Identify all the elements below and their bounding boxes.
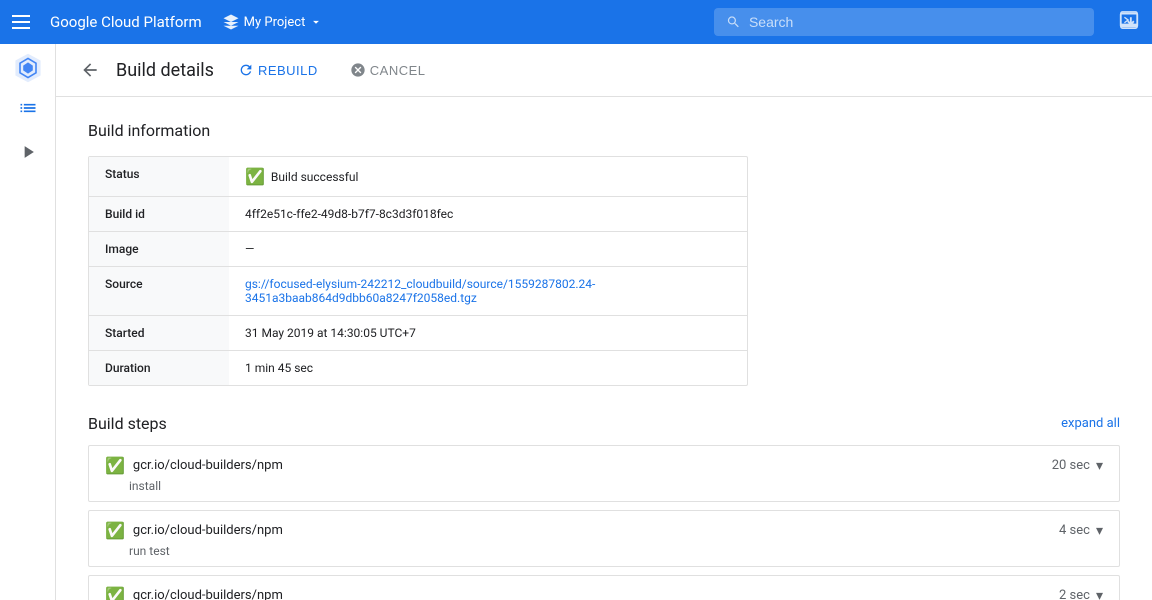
- step-2-chevron-icon: ▾: [1096, 523, 1103, 539]
- menu-icon[interactable]: [12, 15, 30, 29]
- step-3-chevron-icon: ▾: [1096, 588, 1103, 600]
- cancel-label: CANCEL: [370, 63, 426, 78]
- terminal-icon[interactable]: [1118, 9, 1140, 35]
- info-row-duration: Duration 1 min 45 sec: [89, 351, 747, 385]
- step-2-header[interactable]: ✅ gcr.io/cloud-builders/npm 4 sec ▾: [89, 511, 1119, 544]
- build-info-table: Status ✅ Build successful Build id 4ff2e…: [88, 156, 748, 386]
- label-duration: Duration: [89, 351, 229, 385]
- sidebar: [0, 44, 56, 600]
- label-started: Started: [89, 316, 229, 350]
- step-3-time: 2 sec: [1059, 588, 1090, 600]
- app-title: Google Cloud Platform: [50, 13, 202, 31]
- sidebar-item-list[interactable]: [8, 88, 48, 128]
- label-build-id: Build id: [89, 197, 229, 231]
- cancel-icon: [350, 62, 366, 78]
- project-icon: [222, 13, 240, 31]
- chevron-down-icon: [309, 15, 323, 29]
- rebuild-icon: [238, 62, 254, 78]
- search-bar[interactable]: [714, 8, 1094, 36]
- value-source[interactable]: gs://focused-elysium-242212_cloudbuild/s…: [229, 267, 747, 315]
- app-logo: [12, 52, 44, 84]
- content-area: Build information Status ✅ Build success…: [56, 97, 1152, 600]
- success-check-icon: ✅: [245, 167, 265, 186]
- main-content: Build details REBUILD CANCEL Build infor…: [56, 44, 1152, 600]
- info-row-build-id: Build id 4ff2e51c-ffe2-49d8-b7f7-8c3d3f0…: [89, 197, 747, 232]
- rebuild-button[interactable]: REBUILD: [230, 56, 326, 84]
- sub-header: Build details REBUILD CANCEL: [56, 44, 1152, 97]
- step-1-success-icon: ✅: [105, 456, 125, 475]
- build-info-title: Build information: [88, 121, 1120, 140]
- value-image: —: [229, 232, 747, 266]
- value-status: ✅ Build successful: [229, 157, 747, 196]
- build-step-3: ✅ gcr.io/cloud-builders/npm 2 sec ▾ run …: [88, 575, 1120, 600]
- info-row-started: Started 31 May 2019 at 14:30:05 UTC+7: [89, 316, 747, 351]
- page-title: Build details: [116, 60, 214, 81]
- value-duration: 1 min 45 sec: [229, 351, 747, 385]
- top-nav: Google Cloud Platform My Project: [0, 0, 1152, 44]
- build-step-1: ✅ gcr.io/cloud-builders/npm 20 sec ▾ ins…: [88, 445, 1120, 502]
- step-1-time: 20 sec: [1052, 458, 1090, 473]
- build-steps-title: Build steps: [88, 414, 167, 433]
- status-text: Build successful: [271, 170, 359, 184]
- step-1-chevron-icon: ▾: [1096, 458, 1103, 474]
- build-step-2: ✅ gcr.io/cloud-builders/npm 4 sec ▾ run …: [88, 510, 1120, 567]
- info-row-image: Image —: [89, 232, 747, 267]
- step-1-sub: install: [89, 479, 1119, 501]
- label-source: Source: [89, 267, 229, 315]
- step-2-time: 4 sec: [1059, 523, 1090, 538]
- step-3-header[interactable]: ✅ gcr.io/cloud-builders/npm 2 sec ▾: [89, 576, 1119, 600]
- info-row-status: Status ✅ Build successful: [89, 157, 747, 197]
- info-row-source: Source gs://focused-elysium-242212_cloud…: [89, 267, 747, 316]
- value-started: 31 May 2019 at 14:30:05 UTC+7: [229, 316, 747, 350]
- step-2-success-icon: ✅: [105, 521, 125, 540]
- build-steps-header: Build steps expand all: [88, 414, 1120, 433]
- step-2-name: gcr.io/cloud-builders/npm: [133, 523, 283, 538]
- rebuild-label: REBUILD: [258, 63, 318, 78]
- step-1-header[interactable]: ✅ gcr.io/cloud-builders/npm 20 sec ▾: [89, 446, 1119, 479]
- step-3-success-icon: ✅: [105, 586, 125, 600]
- back-button[interactable]: [80, 60, 100, 80]
- expand-all-button[interactable]: expand all: [1061, 416, 1120, 431]
- value-build-id: 4ff2e51c-ffe2-49d8-b7f7-8c3d3f018fec: [229, 197, 747, 231]
- step-1-name: gcr.io/cloud-builders/npm: [133, 458, 283, 473]
- step-2-sub: run test: [89, 544, 1119, 566]
- layout: Build details REBUILD CANCEL Build infor…: [0, 44, 1152, 600]
- search-icon: [726, 14, 741, 30]
- step-3-name: gcr.io/cloud-builders/npm: [133, 588, 283, 600]
- sidebar-item-arrow[interactable]: [8, 132, 48, 172]
- label-status: Status: [89, 157, 229, 196]
- search-input[interactable]: [749, 14, 1082, 30]
- project-name: My Project: [244, 15, 306, 30]
- project-selector[interactable]: My Project: [222, 13, 324, 31]
- label-image: Image: [89, 232, 229, 266]
- cancel-button[interactable]: CANCEL: [342, 56, 434, 84]
